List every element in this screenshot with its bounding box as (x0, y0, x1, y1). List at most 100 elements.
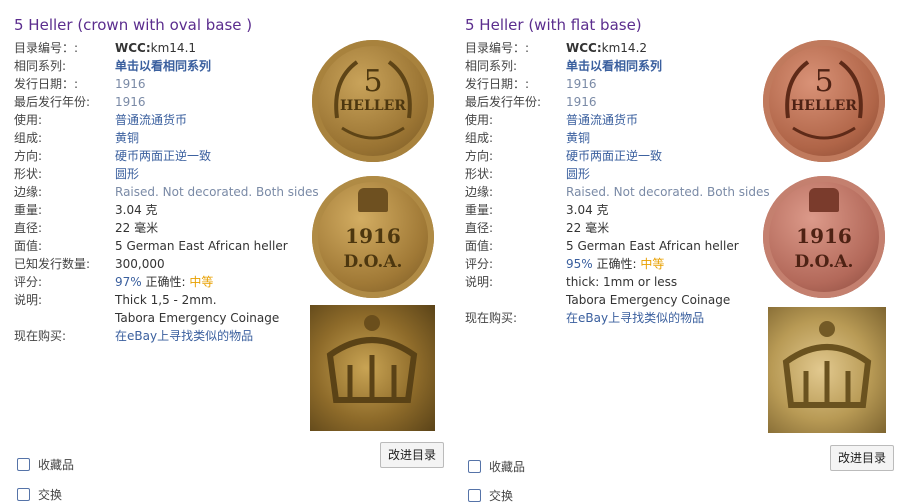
diameter-value: 22 毫米 (115, 221, 159, 235)
coin-card-km14-1: 5 Heller (crown with oval base ) 目录编号：: … (14, 0, 454, 502)
field-label: 组成: (14, 131, 43, 145)
coin-title[interactable]: 5 Heller (with flat base) (465, 16, 642, 34)
coin-closeup-photo[interactable] (310, 305, 435, 431)
improve-catalog-button[interactable]: 改进目录 (830, 445, 895, 471)
trade-label: 交换 (38, 488, 63, 502)
notes-value: Thick 1,5 - 2mm. (115, 293, 217, 307)
field-label: 发行日期：: (465, 77, 530, 91)
accuracy-value: 中等 (189, 275, 214, 289)
checkbox-box[interactable] (468, 460, 481, 473)
field-label: 说明: (465, 275, 494, 289)
usage-link[interactable]: 普通流通货币 (566, 111, 638, 129)
accuracy-label: 正确性: (141, 275, 186, 289)
field-label: 使用: (14, 113, 43, 127)
crown-closeup-art (782, 321, 872, 408)
field-label: 目录编号：: (465, 41, 530, 55)
coin-year-text: 1916 (345, 224, 401, 248)
field-label: 最后发行年份: (465, 95, 542, 109)
ebay-link[interactable]: 在eBay上寻找类似的物品 (566, 309, 704, 327)
catalog-prefix: WCC: (566, 41, 602, 55)
field-label: 直径: (465, 221, 494, 235)
coin-card-km14-2: 5 Heller (with flat base) 目录编号：: WCC:km1… (465, 0, 905, 503)
issue-date-value: 1916 (115, 77, 146, 91)
catalog-prefix: WCC: (115, 41, 151, 55)
usage-link[interactable]: 普通流通货币 (115, 111, 187, 129)
shape-link[interactable]: 圆形 (115, 165, 139, 183)
composition-link[interactable]: 黄铜 (115, 129, 139, 147)
field-label: 现在购买: (14, 329, 67, 343)
orientation-link[interactable]: 硬币两面正逆一致 (115, 147, 211, 165)
field-label: 直径: (14, 221, 43, 235)
crown-icon (809, 188, 839, 212)
field-label: 组成: (465, 131, 494, 145)
weight-value: 3.04 克 (566, 203, 609, 217)
last-year-value: 1916 (115, 95, 146, 109)
field-label: 相同系列: (14, 59, 67, 73)
field-label: 形状: (465, 167, 494, 181)
coin-year-text: 1916 (796, 224, 852, 248)
field-label: 方向: (14, 149, 43, 163)
field-label: 重量: (14, 203, 43, 217)
coin-obverse-image[interactable]: 5 HELLER (763, 40, 885, 162)
denomination-value: 5 German East African heller (566, 239, 739, 253)
composition-link[interactable]: 黄铜 (566, 129, 590, 147)
field-label: 方向: (465, 149, 494, 163)
collection-checkbox[interactable]: 收藏品 (468, 458, 525, 475)
notes-extra-value: Tabora Emergency Coinage (115, 311, 280, 325)
coin-closeup-photo[interactable] (768, 307, 886, 433)
catalog-value: km14.2 (601, 41, 648, 55)
trade-checkbox[interactable]: 交换 (17, 486, 62, 503)
accuracy-value: 中等 (640, 257, 665, 271)
collection-label: 收藏品 (489, 460, 526, 474)
accuracy-label: 正确性: (592, 257, 637, 271)
notes-extra-value: Tabora Emergency Coinage (566, 293, 731, 307)
crown-icon (358, 188, 388, 212)
field-label: 评分: (465, 257, 494, 271)
rating-value: 97% (115, 275, 142, 289)
coin-obverse-image[interactable]: 5 HELLER (312, 40, 434, 162)
issue-date-value: 1916 (566, 77, 597, 91)
denomination-value: 5 German East African heller (115, 239, 288, 253)
edge-value: Raised. Not decorated. Both sides (566, 185, 770, 199)
crown-closeup-art (326, 315, 418, 403)
last-year-value: 1916 (566, 95, 597, 109)
field-label: 发行日期：: (14, 77, 79, 91)
coin-denomination-text: 5 (363, 64, 383, 99)
coin-heller-text: HELLER (791, 98, 857, 114)
coin-heller-text: HELLER (340, 98, 406, 114)
catalog-value: km14.1 (150, 41, 197, 55)
ebay-link[interactable]: 在eBay上寻找类似的物品 (115, 327, 253, 345)
field-label: 目录编号：: (14, 41, 79, 55)
field-label: 面值: (465, 239, 494, 253)
field-label: 说明: (14, 293, 43, 307)
field-label: 相同系列: (465, 59, 518, 73)
rating-value: 95% (566, 257, 593, 271)
field-label: 使用: (465, 113, 494, 127)
coin-reverse-image[interactable]: 1916 D.O.A. (312, 176, 434, 298)
edge-value: Raised. Not decorated. Both sides (115, 185, 319, 199)
same-series-link[interactable]: 单击以看相同系列 (115, 57, 211, 75)
same-series-link[interactable]: 单击以看相同系列 (566, 57, 662, 75)
field-label: 重量: (465, 203, 494, 217)
coin-reverse-image[interactable]: 1916 D.O.A. (763, 176, 885, 298)
collection-checkbox[interactable]: 收藏品 (17, 456, 74, 473)
field-label: 边缘: (465, 185, 494, 199)
orientation-link[interactable]: 硬币两面正逆一致 (566, 147, 662, 165)
coin-title[interactable]: 5 Heller (crown with oval base ) (14, 16, 252, 34)
improve-catalog-button[interactable]: 改进目录 (380, 442, 445, 468)
shape-link[interactable]: 圆形 (566, 165, 590, 183)
checkbox-box[interactable] (17, 488, 30, 501)
field-label: 已知发行数量: (14, 257, 91, 271)
mintage-value: 300,000 (115, 257, 165, 271)
coin-denomination-text: 5 (814, 64, 834, 99)
diameter-value: 22 毫米 (566, 221, 610, 235)
field-label: 评分: (14, 275, 43, 289)
notes-value: thick: 1mm or less (566, 275, 678, 289)
coin-doa-text: D.O.A. (794, 252, 854, 272)
field-label: 边缘: (14, 185, 43, 199)
field-label: 形状: (14, 167, 43, 181)
field-label: 面值: (14, 239, 43, 253)
checkbox-box[interactable] (17, 458, 30, 471)
field-label: 最后发行年份: (14, 95, 91, 109)
collection-label: 收藏品 (38, 458, 75, 472)
